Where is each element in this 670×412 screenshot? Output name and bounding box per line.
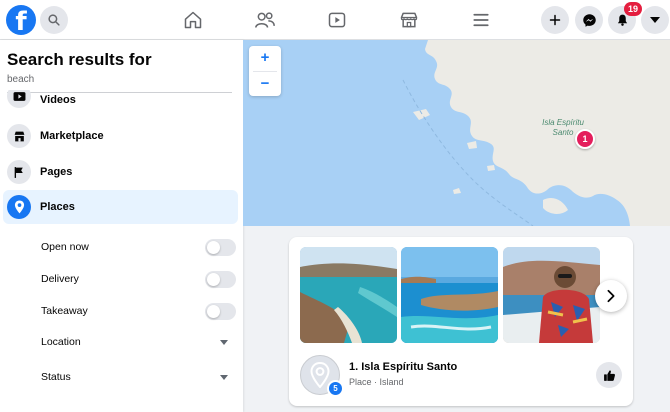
zoom-in-button[interactable]: +	[249, 46, 281, 71]
filter-delivery: Delivery	[41, 269, 236, 289]
sidebar-item-label: Places	[40, 201, 75, 213]
marketplace-icon	[400, 12, 418, 28]
search-filters-sidebar: Search results for beach Videos Marketpl…	[0, 40, 243, 412]
account-menu-button[interactable]	[641, 6, 669, 34]
takeaway-toggle[interactable]	[205, 302, 236, 320]
filter-location-dropdown[interactable]: Location	[41, 332, 236, 352]
like-page-button[interactable]	[596, 362, 622, 388]
create-button[interactable]	[541, 6, 569, 34]
nav-watch-tab[interactable]	[325, 8, 349, 32]
messenger-button[interactable]	[575, 6, 603, 34]
marketplace-icon	[14, 131, 24, 141]
notification-count-badge: 19	[624, 2, 642, 16]
zoom-out-button[interactable]: −	[249, 72, 281, 97]
search-button[interactable]	[40, 6, 68, 34]
photo-count-badge: 5	[327, 380, 344, 397]
place-pin-icon	[14, 200, 24, 214]
top-navigation-bar: f 19	[0, 0, 670, 40]
nav-menu-tab[interactable]	[469, 8, 493, 32]
filter-label: Location	[41, 336, 81, 348]
filter-label: Open now	[41, 241, 89, 253]
notifications-icon	[617, 14, 627, 26]
sidebar-item-videos[interactable]: Videos	[3, 90, 238, 112]
sidebar-item-pages[interactable]: Pages	[3, 155, 238, 189]
nav-home-tab[interactable]	[181, 8, 205, 32]
next-photo-button[interactable]	[595, 280, 627, 312]
map-marker[interactable]: 1	[575, 129, 595, 149]
watch-icon	[328, 12, 346, 28]
video-icon	[13, 91, 25, 101]
search-query: beach	[7, 74, 35, 85]
results-map[interactable]: + −	[243, 40, 670, 226]
sidebar-item-label: Marketplace	[40, 130, 104, 142]
place-result-card[interactable]: 5 1. Isla Espíritu Santo Place · Island	[289, 237, 633, 406]
place-category: Place · Island	[349, 377, 404, 387]
friends-icon	[255, 12, 275, 28]
delivery-toggle[interactable]	[205, 270, 236, 288]
nav-friends-tab[interactable]	[253, 8, 277, 32]
filter-takeaway: Takeaway	[41, 301, 236, 321]
place-pin-icon-wrap	[7, 195, 31, 219]
search-icon	[48, 14, 60, 26]
video-icon-wrap	[7, 90, 31, 108]
place-photo-1[interactable]	[300, 247, 397, 343]
place-name-link[interactable]: 1. Isla Espíritu Santo	[349, 361, 457, 373]
place-photo-2[interactable]	[401, 247, 498, 343]
sidebar-item-label: Videos	[40, 94, 76, 106]
thumbs-up-icon	[603, 369, 615, 381]
filter-label: Status	[41, 371, 71, 383]
account-caret-icon	[650, 17, 660, 23]
chevron-right-icon	[607, 289, 615, 303]
filter-label: Takeaway	[41, 305, 88, 317]
flag-icon	[14, 166, 23, 178]
create-icon	[549, 14, 561, 26]
map-land	[402, 40, 670, 226]
map-zoom-control: + −	[249, 46, 281, 96]
sidebar-item-label: Pages	[40, 166, 73, 178]
filter-open-now: Open now	[41, 237, 236, 257]
chevron-down-icon	[220, 374, 228, 380]
messenger-icon	[582, 13, 596, 27]
filter-status-dropdown[interactable]: Status	[41, 367, 236, 387]
sidebar-title: Search results for	[7, 50, 152, 69]
flag-icon-wrap	[7, 160, 31, 184]
home-icon	[184, 11, 202, 29]
facebook-logo[interactable]: f	[6, 5, 36, 35]
chevron-down-icon	[220, 339, 228, 345]
sidebar-item-places[interactable]: Places	[3, 190, 238, 224]
sidebar-item-marketplace[interactable]: Marketplace	[3, 119, 238, 153]
filter-label: Delivery	[41, 273, 79, 285]
open-now-toggle[interactable]	[205, 238, 236, 256]
place-photo-3[interactable]	[503, 247, 600, 343]
menu-icon	[473, 13, 489, 27]
nav-marketplace-tab[interactable]	[397, 8, 421, 32]
marketplace-icon-wrap	[7, 124, 31, 148]
